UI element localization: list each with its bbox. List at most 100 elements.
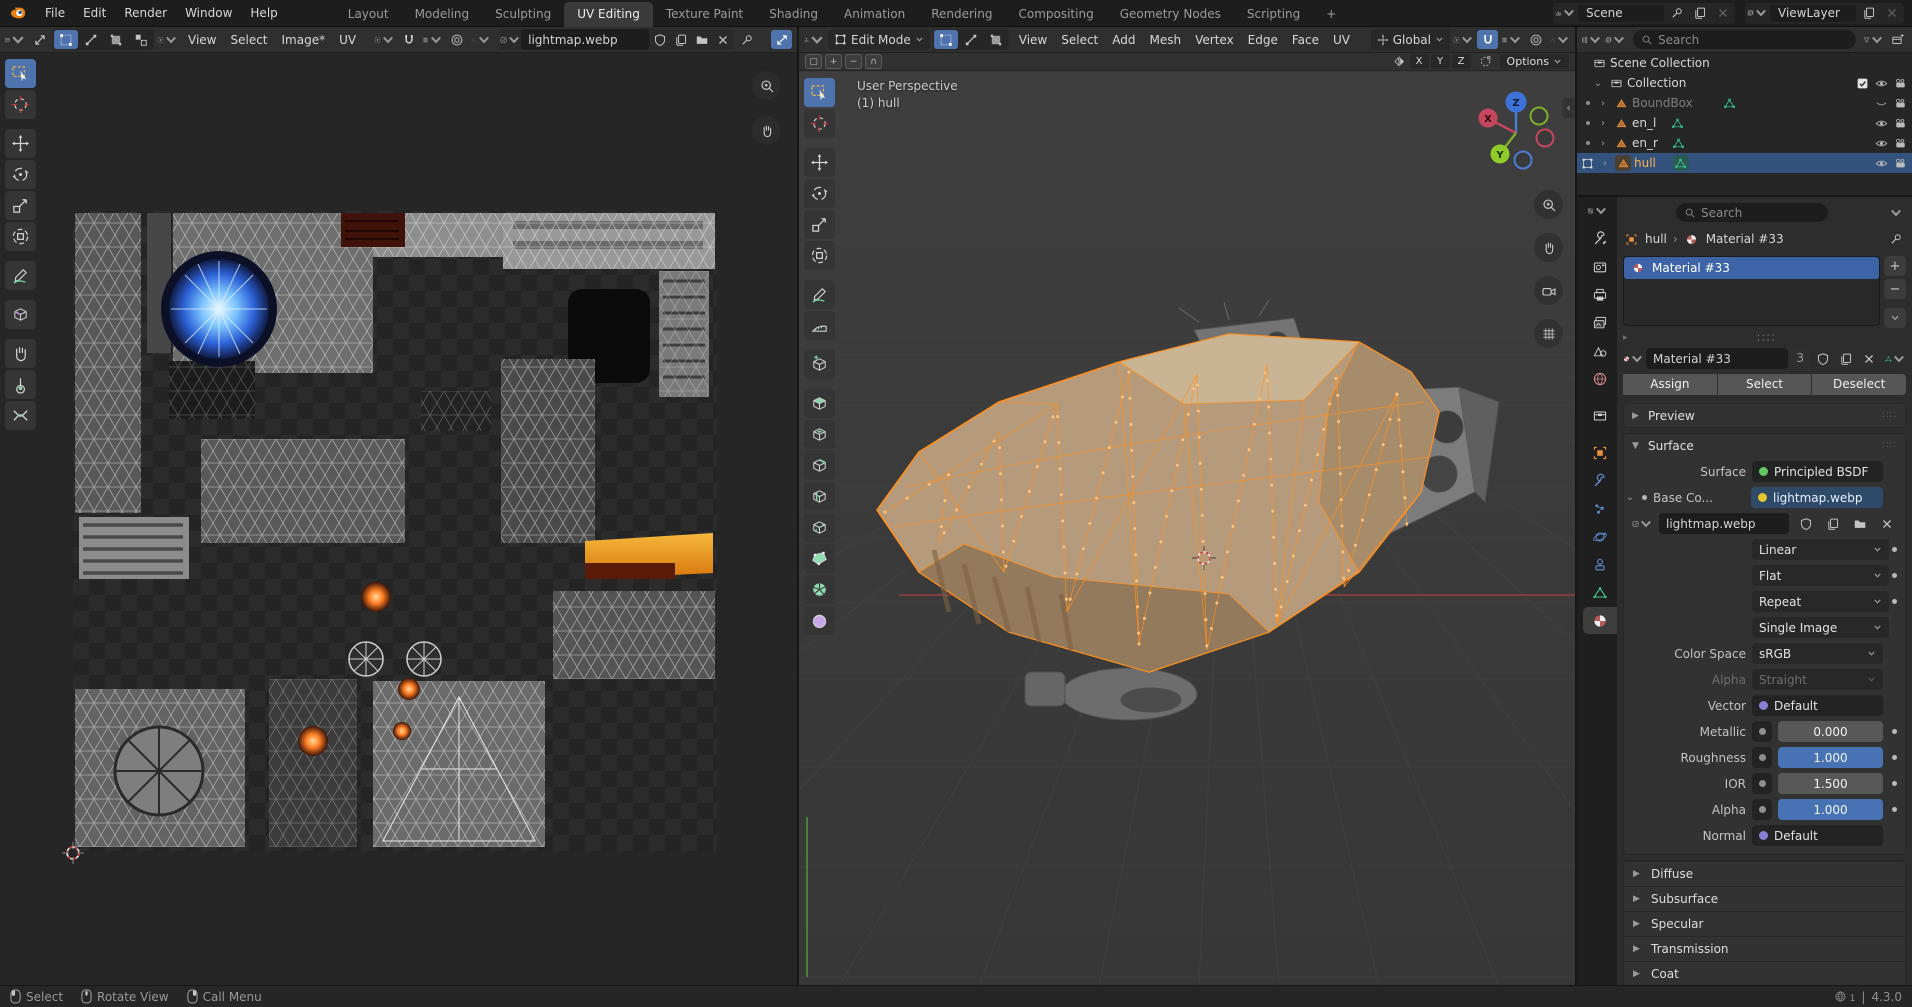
editor-type-3d-icon[interactable] bbox=[804, 30, 825, 49]
uv-proportional-edit-icon[interactable] bbox=[446, 30, 467, 49]
scene-icon[interactable] bbox=[1555, 4, 1576, 23]
remove-slot-button[interactable]: − bbox=[1884, 279, 1906, 299]
select-mode-intersect-icon[interactable]: ∩ bbox=[865, 54, 882, 69]
uv-vertex-select-button[interactable] bbox=[54, 30, 78, 49]
menu-item[interactable]: Render bbox=[115, 3, 176, 23]
transform-orientation-select[interactable]: Global bbox=[1371, 29, 1450, 50]
tool-relax[interactable] bbox=[5, 370, 36, 399]
tab-render[interactable] bbox=[1583, 253, 1617, 280]
uv-pivot-icon[interactable] bbox=[374, 30, 395, 49]
metallic-socket-button[interactable] bbox=[1752, 721, 1772, 742]
collapsed-panel-header[interactable]: ▶Transmission bbox=[1624, 936, 1905, 961]
slot-list-grip[interactable]: ▸∷∷ bbox=[1623, 332, 1906, 344]
tab-collection[interactable] bbox=[1583, 402, 1617, 429]
tab-view-layer[interactable] bbox=[1583, 309, 1617, 336]
pivot-point-icon[interactable] bbox=[1453, 30, 1474, 49]
viewlayer-name-field[interactable]: ViewLayer bbox=[1770, 5, 1856, 22]
sidebar-toggle-icon[interactable]: ‹ bbox=[1562, 98, 1575, 118]
workspace-tab[interactable]: + bbox=[1313, 2, 1349, 27]
camera-visibility-icon[interactable] bbox=[1892, 95, 1908, 111]
tab-output[interactable] bbox=[1583, 281, 1617, 308]
viewlayer-icon[interactable] bbox=[1747, 4, 1768, 23]
material-slot-selected[interactable]: Material #33 bbox=[1624, 257, 1879, 279]
image-browse-icon[interactable] bbox=[500, 30, 521, 49]
eye-icon[interactable] bbox=[1873, 115, 1889, 131]
tab-scene[interactable] bbox=[1583, 337, 1617, 364]
base-color-input[interactable]: lightmap.webp bbox=[1751, 487, 1883, 508]
expand-chevron-icon[interactable]: ⌄ bbox=[1591, 78, 1605, 89]
collapsed-panel-header[interactable]: ▶Diffuse bbox=[1624, 861, 1905, 886]
eye-closed-icon[interactable] bbox=[1873, 95, 1889, 111]
tool-inset-faces[interactable] bbox=[804, 420, 835, 449]
workspace-tab[interactable]: Sculpting bbox=[482, 2, 564, 27]
camera-view-icon[interactable] bbox=[1534, 276, 1563, 305]
edge-select-button[interactable] bbox=[959, 30, 983, 49]
pin-id-icon[interactable] bbox=[1885, 230, 1906, 249]
viewport-menu-item[interactable]: View bbox=[1012, 30, 1054, 50]
properties-search-input[interactable]: Search bbox=[1676, 203, 1828, 222]
tool-transform[interactable] bbox=[804, 241, 835, 270]
outliner-filter-id-icon[interactable] bbox=[1605, 30, 1626, 49]
viewport-canvas[interactable]: User Perspective (1) hull ‹ Z X Y bbox=[799, 72, 1575, 985]
mode-selector[interactable]: Edit Mode bbox=[828, 29, 930, 50]
new-viewlayer-icon[interactable] bbox=[1858, 4, 1879, 23]
outliner-row-collection[interactable]: ⌄ Collection bbox=[1577, 73, 1912, 93]
outliner-row-en-l[interactable]: › en_l bbox=[1577, 113, 1912, 133]
tool-annotate[interactable] bbox=[804, 280, 835, 309]
outliner-row-hull[interactable]: › hull bbox=[1577, 153, 1912, 173]
uv-zoom-icon[interactable] bbox=[752, 71, 781, 100]
color-space-select[interactable]: sRGB bbox=[1752, 643, 1883, 664]
tab-constraints[interactable] bbox=[1583, 551, 1617, 578]
workspace-tab[interactable]: Compositing bbox=[1005, 2, 1106, 27]
tool-scale[interactable] bbox=[5, 191, 36, 220]
camera-visibility-icon[interactable] bbox=[1892, 155, 1908, 171]
expand-chevron-icon[interactable]: ⌄ bbox=[1624, 492, 1636, 503]
pan-hand-icon[interactable] bbox=[1534, 233, 1563, 262]
menu-item[interactable]: Edit bbox=[74, 3, 115, 23]
alpha-slider[interactable]: 1.000 bbox=[1778, 799, 1883, 820]
vector-input[interactable]: Default bbox=[1752, 695, 1883, 716]
collapsed-panel-header[interactable]: ▶Specular bbox=[1624, 911, 1905, 936]
viewport-menu-item[interactable]: UV bbox=[1326, 30, 1357, 50]
menu-item[interactable]: Window bbox=[176, 3, 241, 23]
properties-options-chevron[interactable] bbox=[1885, 203, 1906, 222]
tab-tool[interactable] bbox=[1583, 225, 1617, 252]
uv-canvas[interactable] bbox=[0, 53, 797, 985]
outliner-row-en-r[interactable]: › en_r bbox=[1577, 133, 1912, 153]
tool-cursor[interactable] bbox=[5, 90, 36, 119]
scene-name-field[interactable]: Scene bbox=[1578, 5, 1664, 22]
tool-pinch[interactable] bbox=[5, 401, 36, 430]
collapsed-panel-header[interactable]: ▶Subsurface bbox=[1624, 886, 1905, 911]
unlink-image-icon[interactable] bbox=[712, 30, 733, 49]
eye-icon[interactable] bbox=[1873, 155, 1889, 171]
workspace-tab[interactable]: Layout bbox=[335, 2, 402, 27]
expand-chevron-icon[interactable]: › bbox=[1598, 158, 1612, 169]
panel-grip[interactable]: ∷∷ bbox=[1882, 440, 1897, 451]
normal-input[interactable]: Default bbox=[1752, 825, 1883, 846]
tool-add-cube[interactable] bbox=[804, 350, 835, 379]
proportional-edit-icon[interactable] bbox=[1525, 30, 1546, 49]
outliner-display-mode-icon[interactable] bbox=[1581, 30, 1602, 49]
tool-transform[interactable] bbox=[5, 222, 36, 251]
snap-target-icon[interactable] bbox=[1501, 30, 1522, 49]
tool-grab[interactable] bbox=[5, 339, 36, 368]
editor-type-uv-icon[interactable] bbox=[5, 30, 26, 49]
ior-slider[interactable]: 1.500 bbox=[1778, 773, 1883, 794]
open-image-folder-icon[interactable] bbox=[691, 30, 712, 49]
tab-material[interactable] bbox=[1583, 607, 1617, 634]
viewport-menu-item[interactable]: Mesh bbox=[1143, 30, 1189, 50]
select-mode-extend-icon[interactable]: + bbox=[825, 54, 842, 69]
menu-item[interactable]: Help bbox=[241, 3, 286, 23]
uv-menu-item[interactable]: UV bbox=[332, 30, 363, 50]
workspace-tab[interactable]: Geometry Nodes bbox=[1107, 2, 1234, 27]
surface-panel-header[interactable]: ▼Surface∷∷ bbox=[1624, 434, 1905, 457]
fake-user-shield-icon[interactable] bbox=[1795, 514, 1816, 533]
zoom-icon[interactable] bbox=[1534, 190, 1563, 219]
browse-image-icon[interactable] bbox=[1632, 514, 1653, 533]
uv-edge-select-button[interactable] bbox=[79, 30, 103, 49]
surface-shader-select[interactable]: Principled BSDF bbox=[1752, 461, 1883, 482]
tab-world[interactable] bbox=[1583, 365, 1617, 392]
image-name-field[interactable]: lightmap.webp bbox=[1659, 513, 1789, 534]
collapsed-panel-header[interactable]: ▶Coat bbox=[1624, 961, 1905, 985]
select-mode-set-icon[interactable]: ▢ bbox=[805, 54, 822, 69]
